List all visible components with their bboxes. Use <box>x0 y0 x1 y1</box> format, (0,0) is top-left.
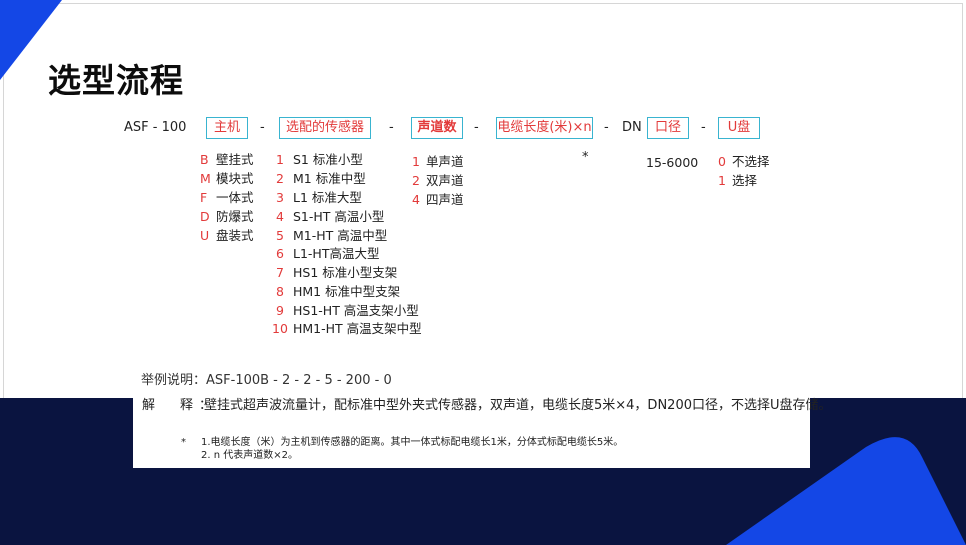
host-option: B 壁挂式 <box>200 151 254 169</box>
sensor-option: 2 M1 标准中型 <box>276 170 366 188</box>
usb-option: 0 不选择 <box>718 153 770 171</box>
option-code: D <box>200 209 210 224</box>
footnote-line: 2. n 代表声道数×2。 <box>201 450 298 461</box>
footnote-mark: * <box>181 437 186 448</box>
sensor-option: 4 S1-HT 高温小型 <box>276 208 384 226</box>
option-code: 5 <box>276 228 284 243</box>
sensor-option: 1 S1 标准小型 <box>276 151 363 169</box>
explanation-text: 壁挂式超声波流量计，配标准中型外夹式传感器，双声道，电缆长度5米×4，DN200… <box>204 398 832 413</box>
option-code: 7 <box>276 265 284 280</box>
example-line: 举例说明：ASF-100B - 2 - 2 - 5 - 200 - 0 <box>141 373 392 388</box>
option-text: 不选择 <box>732 154 770 169</box>
option-text: 四声道 <box>426 192 464 207</box>
option-code: 8 <box>276 284 284 299</box>
option-code: 10 <box>272 321 288 336</box>
sensor-option: 9 HS1-HT 高温支架小型 <box>276 302 419 320</box>
box-host: 主机 <box>206 117 248 139</box>
option-text: S1-HT 高温小型 <box>293 209 385 224</box>
channel-option: 1 单声道 <box>412 153 464 171</box>
option-code: U <box>200 228 210 243</box>
option-text: 双声道 <box>426 173 464 188</box>
host-option: F 一体式 <box>200 189 254 207</box>
option-code: 1 <box>412 154 420 169</box>
option-code: 0 <box>718 154 726 169</box>
dn-label: DN <box>622 120 642 135</box>
channel-option: 4 四声道 <box>412 191 464 209</box>
sensor-option: 8 HM1 标准中型支架 <box>276 283 400 301</box>
option-text: HS1 标准小型支架 <box>293 265 398 280</box>
usb-option: 1 选择 <box>718 172 757 190</box>
option-code: 2 <box>412 173 420 188</box>
option-text: 选择 <box>732 173 758 188</box>
footnote: * 1.电缆长度（米）为主机到传感器的距离。其中一体式标配电缆长1米，分体式标配… <box>181 436 624 462</box>
option-code: 2 <box>276 171 284 186</box>
separator: - <box>260 120 265 135</box>
option-text: 单声道 <box>426 154 464 169</box>
sensor-option: 5 M1-HT 高温中型 <box>276 227 387 245</box>
explanation-label: 解 释： <box>142 398 219 413</box>
sensor-option: 7 HS1 标准小型支架 <box>276 264 397 282</box>
option-text: HS1-HT 高温支架小型 <box>293 303 419 318</box>
host-option: M 模块式 <box>200 170 254 188</box>
option-code: 9 <box>276 303 284 318</box>
box-usb: U盘 <box>718 117 760 139</box>
separator: - <box>604 120 609 135</box>
option-text: M1-HT 高温中型 <box>293 228 388 243</box>
separator: - <box>474 120 479 135</box>
option-text: 模块式 <box>216 171 254 186</box>
explanation-line: 解 释：壁挂式超声波流量计，配标准中型外夹式传感器，双声道，电缆长度5米×4，D… <box>142 394 832 413</box>
option-code: 1 <box>718 173 726 188</box>
option-code: B <box>200 152 209 167</box>
cable-note-mark: * <box>582 150 589 165</box>
option-code: 1 <box>276 152 284 167</box>
option-code: 3 <box>276 190 284 205</box>
box-cable-length: 电缆长度(米)×n <box>496 117 593 139</box>
host-option: D 防爆式 <box>200 208 254 226</box>
sensor-option: 10 HM1-HT 高温支架中型 <box>272 320 422 338</box>
host-option: U 盘装式 <box>200 227 254 245</box>
box-sensor: 选配的传感器 <box>279 117 371 139</box>
sensor-option: 6 L1-HT高温大型 <box>276 245 379 263</box>
slide: 选型流程 ASF - 100 - - - - DN - 主机 选配的传感器 声道… <box>0 0 966 545</box>
option-code: F <box>200 190 208 205</box>
box-channels: 声道数 <box>411 117 463 139</box>
option-text: 盘装式 <box>216 228 254 243</box>
option-text: HM1-HT 高温支架中型 <box>293 321 422 336</box>
option-text: M1 标准中型 <box>293 171 366 186</box>
diameter-range: 15-6000 <box>646 155 699 170</box>
channel-option: 2 双声道 <box>412 172 464 190</box>
option-text: 防爆式 <box>216 209 254 224</box>
separator: - <box>389 120 394 135</box>
option-text: 壁挂式 <box>216 152 254 167</box>
sensor-option: 3 L1 标准大型 <box>276 189 362 207</box>
option-text: 一体式 <box>216 190 254 205</box>
option-text: L1-HT高温大型 <box>293 246 380 261</box>
option-code: 6 <box>276 246 284 261</box>
separator: - <box>701 120 706 135</box>
option-code: 4 <box>276 209 284 224</box>
page-title: 选型流程 <box>48 61 184 100</box>
option-text: L1 标准大型 <box>293 190 362 205</box>
option-code: 4 <box>412 192 420 207</box>
model-prefix: ASF - 100 <box>124 120 187 135</box>
box-diameter: 口径 <box>647 117 689 139</box>
option-text: HM1 标准中型支架 <box>293 284 401 299</box>
option-text: S1 标准小型 <box>293 152 363 167</box>
footnote-line: 1.电缆长度（米）为主机到传感器的距离。其中一体式标配电缆长1米，分体式标配电缆… <box>201 437 624 448</box>
option-code: M <box>200 171 211 186</box>
